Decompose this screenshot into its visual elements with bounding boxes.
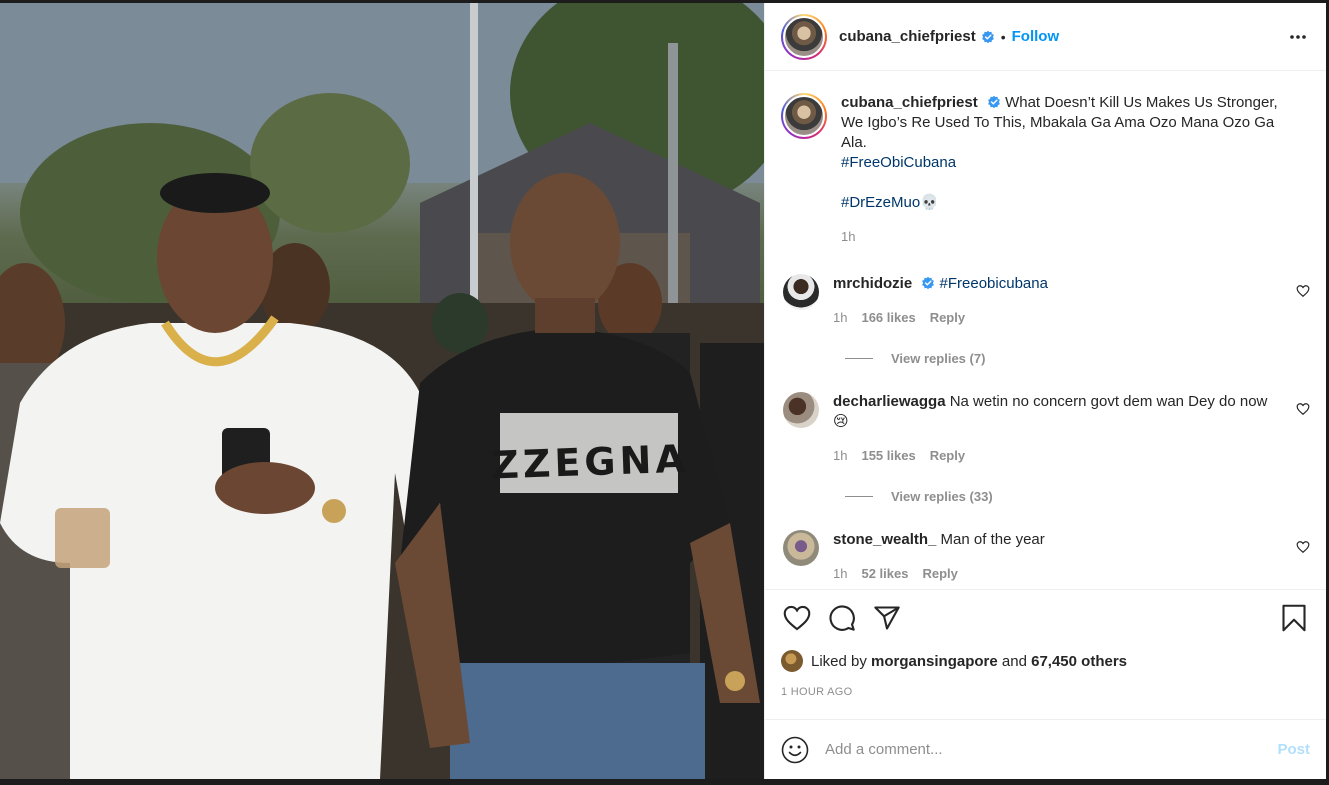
- comment-time[interactable]: 1h: [833, 448, 847, 463]
- follow-button[interactable]: Follow: [1012, 28, 1060, 45]
- emoji-icon[interactable]: [781, 736, 809, 764]
- commenter-avatar[interactable]: [783, 530, 819, 566]
- bookmark-icon[interactable]: [1278, 602, 1310, 634]
- caption-hashtag-drezemuo[interactable]: #DrEzeMuo: [841, 194, 920, 211]
- verified-badge-icon: [981, 30, 994, 43]
- comment-meta: 1h 52 likes Reply: [833, 566, 1282, 581]
- comment-username[interactable]: mrchidozie: [833, 275, 912, 292]
- skull-emoji: 💀: [920, 194, 939, 211]
- commenter-avatar[interactable]: [783, 274, 819, 310]
- view-replies-label: View replies (33): [891, 489, 993, 504]
- commenter-avatar[interactable]: [783, 392, 819, 428]
- comment-likes[interactable]: 52 likes: [861, 566, 908, 581]
- caption-text-block: cubana_chiefpriest What Doesn’t Kill Us …: [841, 93, 1282, 213]
- liked-by-prefix: Liked by: [811, 652, 867, 670]
- likes-and: and: [1001, 652, 1027, 670]
- like-comment-heart-icon[interactable]: [1296, 402, 1310, 416]
- like-comment-heart-icon[interactable]: [1296, 284, 1310, 298]
- likes-summary: Liked by morgansingapore and 67,450 othe…: [781, 650, 1310, 672]
- author-username[interactable]: cubana_chiefpriest: [839, 28, 976, 45]
- comment-username[interactable]: decharliewagga: [833, 393, 946, 410]
- reply-button[interactable]: Reply: [930, 448, 965, 463]
- comment-meta: 1h 155 likes Reply: [833, 448, 1282, 463]
- post-actions: Liked by morgansingapore and 67,450 othe…: [765, 589, 1326, 719]
- post-photo[interactable]: ZZEGNA: [0, 3, 764, 779]
- post-caption: cubana_chiefpriest What Doesn’t Kill Us …: [781, 93, 1310, 244]
- reply-button[interactable]: Reply: [922, 566, 957, 581]
- comment-item: decharliewagga Na wetin no concern govt …: [781, 392, 1310, 463]
- view-replies-button[interactable]: View replies (7): [845, 351, 1310, 366]
- post-timestamp[interactable]: 1 HOUR AGO: [781, 686, 1310, 698]
- verified-badge-icon: [987, 95, 1000, 109]
- heart-icon[interactable]: [781, 602, 813, 634]
- post-side-panel: cubana_chiefpriest • Follow cubana_chief…: [764, 3, 1326, 779]
- like-comment-heart-icon[interactable]: [1296, 540, 1310, 554]
- comment-time[interactable]: 1h: [833, 566, 847, 581]
- comment-text-block: stone_wealth_ Man of the year: [833, 530, 1282, 550]
- share-icon[interactable]: [871, 602, 903, 634]
- view-replies-line: [845, 496, 873, 497]
- view-replies-button[interactable]: View replies (33): [845, 489, 1310, 504]
- caption-avatar[interactable]: [781, 93, 827, 139]
- comment-icon[interactable]: [826, 602, 858, 634]
- add-comment-input[interactable]: [825, 741, 1278, 758]
- comment-text: Man of the year: [940, 531, 1045, 548]
- comment-meta: 1h 166 likes Reply: [833, 310, 1282, 325]
- more-options-icon[interactable]: [1286, 25, 1310, 49]
- action-icons: [781, 602, 1310, 634]
- comment-likes[interactable]: 155 likes: [861, 448, 915, 463]
- caption-meta: 1h: [841, 229, 1282, 244]
- author-avatar[interactable]: [781, 13, 827, 60]
- likes-others-button[interactable]: 67,450 others: [1031, 653, 1127, 670]
- reply-button[interactable]: Reply: [930, 310, 965, 325]
- add-comment-bar: Post: [765, 719, 1326, 779]
- caption-time[interactable]: 1h: [841, 229, 855, 244]
- photo-illustration: [0, 3, 764, 779]
- comment-time[interactable]: 1h: [833, 310, 847, 325]
- crying-emoji: 😢: [833, 413, 849, 430]
- liker-avatar[interactable]: [781, 650, 803, 672]
- view-replies-label: View replies (7): [891, 351, 986, 366]
- caption-username[interactable]: cubana_chiefpriest: [841, 94, 978, 111]
- liker-username[interactable]: morgansingapore: [871, 653, 998, 670]
- comment-text-block: decharliewagga Na wetin no concern govt …: [833, 392, 1282, 432]
- comments-list[interactable]: cubana_chiefpriest What Doesn’t Kill Us …: [765, 71, 1326, 589]
- comment-username[interactable]: stone_wealth_: [833, 531, 936, 548]
- comment-text: Na wetin no concern govt dem wan Dey do …: [949, 393, 1268, 410]
- post-comment-button[interactable]: Post: [1277, 741, 1310, 758]
- comment-text-block: mrchidozie #Freeobicubana: [833, 274, 1282, 294]
- view-replies-line: [845, 358, 873, 359]
- caption-hashtag-freeobicubana[interactable]: #FreeObiCubana: [841, 154, 956, 171]
- post-header: cubana_chiefpriest • Follow: [765, 3, 1326, 71]
- comment-item: stone_wealth_ Man of the year 1h 52 like…: [781, 530, 1310, 581]
- post-modal: ZZEGNA cubana_chiefpriest • Follow cuban…: [0, 3, 1326, 779]
- header-separator: •: [1000, 28, 1006, 45]
- comment-likes[interactable]: 166 likes: [861, 310, 915, 325]
- comment-hashtag[interactable]: #Freeobicubana: [940, 275, 1048, 292]
- comment-item: mrchidozie #Freeobicubana 1h 166 likes R…: [781, 274, 1310, 325]
- verified-badge-icon: [922, 276, 935, 290]
- shirt-print-text: ZZEGNA: [490, 436, 690, 488]
